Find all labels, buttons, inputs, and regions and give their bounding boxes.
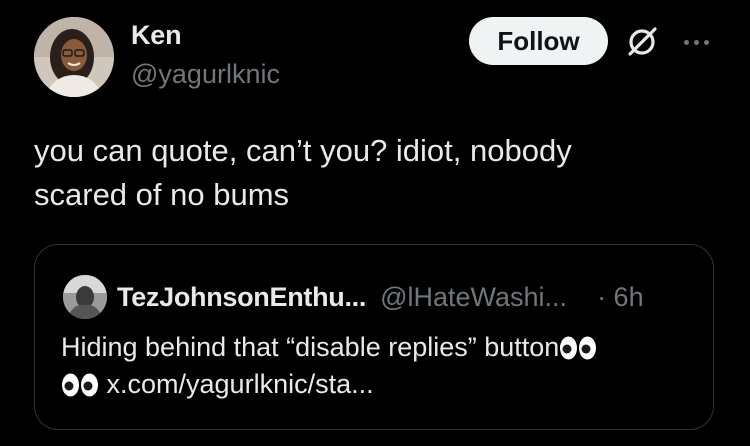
tweet: Ken @yagurlknic Follow you can quote, ca… [0,0,750,446]
quoted-author-name[interactable]: TezJohnsonEnthu... [117,282,366,313]
quoted-author-avatar[interactable] [63,275,107,319]
quoted-author-handle[interactable]: @lHateWashi... [380,282,567,313]
author-display-name[interactable]: Ken [131,20,182,51]
eyes-emoji-icon [559,336,597,360]
quoted-tweet-time[interactable]: · 6h [597,282,644,313]
more-dots-icon[interactable] [676,22,716,62]
author-handle[interactable]: @yagurlknic [131,59,280,90]
quoted-tweet-link[interactable]: x.com/yagurlknic/sta... [107,369,374,399]
follow-button[interactable]: Follow [469,17,608,65]
grok-slash-icon[interactable] [622,22,662,62]
quoted-tweet-line: Hiding behind that “disable replies” but… [61,332,560,362]
quoted-tweet-header: TezJohnsonEnthu... @lHateWashi... · 6h [117,275,644,319]
eyes-emoji-icon [61,373,99,397]
quoted-tweet-card[interactable]: TezJohnsonEnthu... @lHateWashi... · 6h H… [34,244,714,430]
quoted-tweet-text: Hiding behind that “disable replies” but… [61,329,701,403]
author-avatar[interactable] [34,17,114,97]
tweet-text: you can quote, can’t you? idiot, nobody … [34,133,572,212]
